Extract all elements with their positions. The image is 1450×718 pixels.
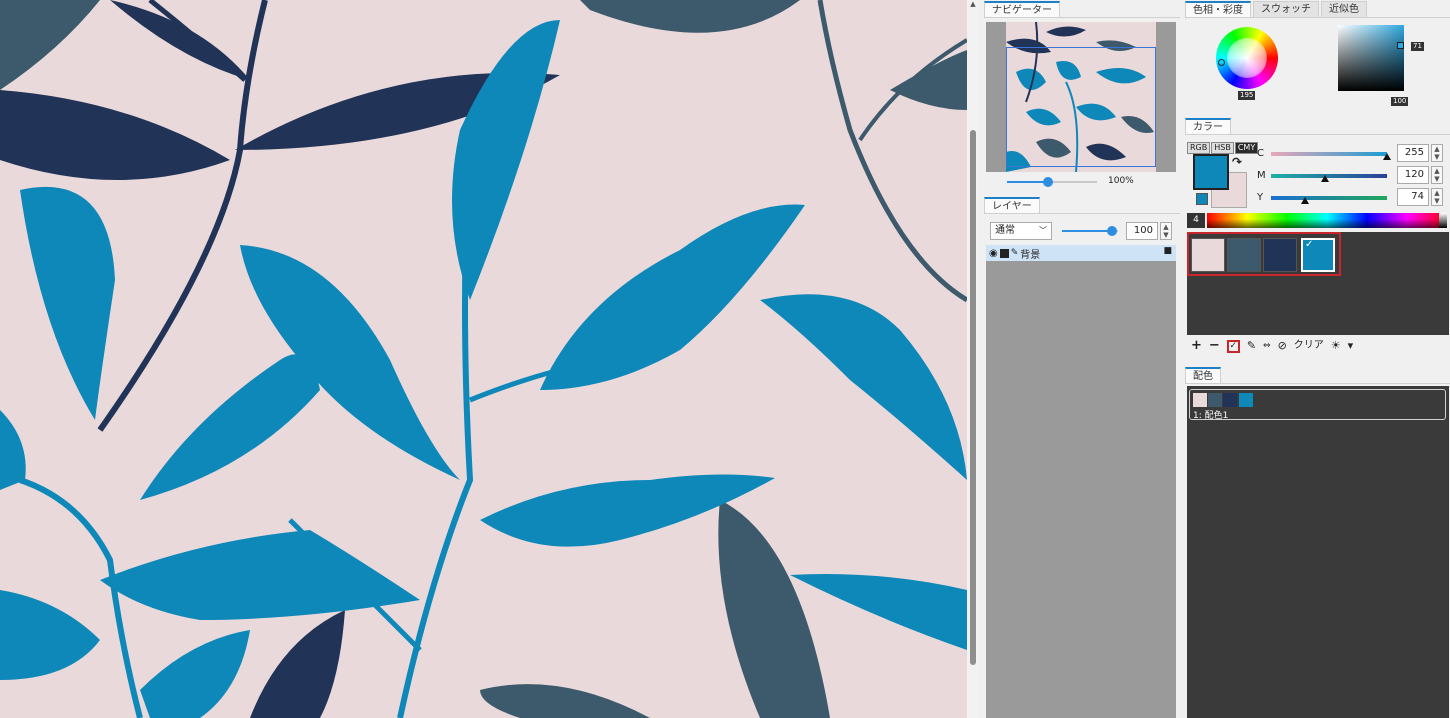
scheme-swatch-1 [1208, 393, 1222, 407]
saturation-value-square[interactable] [1338, 25, 1404, 91]
layer-panel: レイヤー 通常 ﹀ 100 ▲ ▼ ◉ ✎ 背景 ■ [984, 196, 1180, 718]
tab-similar-colors[interactable]: 近似色 [1321, 1, 1367, 17]
tab-color-scheme[interactable]: 配色 [1185, 367, 1221, 383]
c-value-input[interactable]: 255 [1397, 144, 1429, 162]
scheme-swatch-2 [1223, 393, 1237, 407]
slider-m-label: M [1257, 170, 1266, 181]
app-window: ▲ ナビゲーター 100% レイヤー 通常 ﹀ 100 ▲ ▼ ◉ ✎ 背景 ■… [0, 0, 1450, 718]
navigator-zoom-row: 100% [1002, 176, 1162, 188]
leaf-pattern-artwork [0, 0, 967, 718]
zoom-slider-fill [1007, 181, 1048, 183]
color-spectrum-bar[interactable] [1207, 213, 1447, 228]
foreground-color-chip[interactable] [1193, 154, 1229, 190]
lock-icon[interactable]: ■ [1163, 246, 1172, 256]
tab-color[interactable]: カラー [1185, 118, 1231, 134]
color-tabbar: カラー [1185, 117, 1450, 135]
add-swatch-button[interactable]: + [1191, 339, 1202, 352]
hue-value-label: 195 [1238, 91, 1256, 100]
opacity-slider-knob[interactable] [1107, 226, 1117, 236]
color-mode-tabs: RGB HSB CMY [1187, 142, 1259, 154]
tab-swatch[interactable]: スウォッチ [1253, 1, 1319, 17]
scroll-up-icon[interactable]: ▲ [970, 0, 976, 8]
blend-mode-select[interactable]: 通常 ﹀ [990, 222, 1052, 240]
alpha-lock-icon[interactable] [999, 248, 1009, 258]
swatch-toolbar: + − ✓ ✎ ⇔ ⊘ クリア ☀ ▾ [1191, 339, 1353, 353]
canvas-vertical-scrollbar[interactable]: ▲ [967, 0, 979, 718]
slider-y-label: Y [1257, 192, 1264, 203]
y-value-stepper[interactable]: ▲ ▼ [1431, 188, 1443, 206]
drawing-canvas[interactable] [0, 0, 967, 718]
tab-layer[interactable]: レイヤー [984, 197, 1040, 213]
brightness-value-label: 100 [1391, 97, 1409, 106]
opacity-stepper[interactable]: ▲ ▼ [1160, 222, 1172, 240]
color-scheme-tabbar: 配色 [1185, 362, 1450, 384]
layer-row-background[interactable]: ◉ ✎ 背景 ■ [986, 245, 1176, 261]
tab-hue-saturation[interactable]: 色相・彩度 [1185, 1, 1251, 17]
color-scheme-list: 1: 配色1 [1187, 386, 1449, 718]
slider-y-handle[interactable] [1301, 197, 1309, 204]
small-color-chip[interactable] [1196, 193, 1208, 205]
slider-m-handle[interactable] [1321, 175, 1329, 182]
mode-rgb[interactable]: RGB [1187, 142, 1211, 154]
scheme-swatch-0 [1193, 393, 1207, 407]
saturation-value-label: 71 [1411, 42, 1424, 51]
eye-icon[interactable]: ◉ [989, 248, 998, 259]
mode-cmy[interactable]: CMY [1234, 142, 1259, 154]
spectrum-index-label: 4 [1187, 213, 1205, 228]
navigator-tabbar: ナビゲーター [984, 0, 1180, 18]
chevron-down-icon: ﹀ [1039, 226, 1047, 235]
edit-swatch-button[interactable]: ✎ [1247, 340, 1256, 352]
color-picker-tabbar: 色相・彩度 スウォッチ 近似色 [1185, 0, 1450, 18]
swatch-grid: ✓ [1187, 232, 1449, 335]
navigator-view-rectangle[interactable] [1006, 47, 1156, 167]
slider-m-gradient[interactable] [1271, 174, 1387, 178]
m-value-input[interactable]: 120 [1397, 166, 1429, 184]
hue-marker[interactable] [1218, 59, 1225, 66]
layer-list: ◉ ✎ 背景 ■ [986, 245, 1176, 718]
check-swatch-button[interactable]: ✓ [1226, 339, 1240, 353]
clear-swatches-button[interactable]: クリア [1294, 340, 1324, 352]
zoom-value: 100% [1108, 176, 1134, 186]
color-scheme-item[interactable]: 1: 配色1 [1189, 389, 1446, 421]
tab-navigator[interactable]: ナビゲーター [984, 1, 1060, 17]
pen-icon[interactable]: ✎ [1011, 248, 1019, 258]
swatch-menu-button[interactable]: ▾ [1348, 340, 1354, 352]
navigator-panel: ナビゲーター 100% [984, 0, 1180, 194]
navigator-thumbnail [1006, 22, 1156, 172]
color-column: 色相・彩度 スウォッチ 近似色 195 71 100 カラー RGB HSB C… [1185, 0, 1450, 718]
no-color-button[interactable]: ⊘ [1278, 340, 1287, 352]
brightness-button[interactable]: ☀ [1331, 340, 1341, 352]
hue-wheel[interactable] [1216, 27, 1278, 89]
blend-mode-value: 通常 [995, 225, 1015, 236]
y-value-input[interactable]: 74 [1397, 188, 1429, 206]
slider-c-gradient[interactable] [1271, 152, 1387, 156]
opacity-input[interactable]: 100 [1126, 222, 1158, 240]
navigator-preview-area[interactable] [986, 22, 1176, 172]
mode-hsb[interactable]: HSB [1211, 142, 1234, 154]
swatch-highlight-frame [1187, 232, 1341, 276]
slider-c-handle[interactable] [1383, 153, 1391, 160]
c-value-stepper[interactable]: ▲ ▼ [1431, 144, 1443, 162]
slider-c-label: C [1257, 148, 1264, 159]
layer-name: 背景 [1020, 249, 1041, 261]
swap-swatch-button[interactable]: ⇔ [1263, 340, 1271, 352]
opacity-slider-fill [1062, 230, 1112, 232]
remove-swatch-button[interactable]: − [1209, 339, 1220, 352]
zoom-slider-knob[interactable] [1043, 177, 1053, 187]
scrollbar-thumb[interactable] [970, 130, 976, 665]
m-value-stepper[interactable]: ▲ ▼ [1431, 166, 1443, 184]
spectrum-white-end [1439, 213, 1447, 228]
color-scheme-label: 1: 配色1 [1193, 411, 1229, 421]
sv-marker[interactable] [1397, 42, 1404, 49]
layer-tabbar: レイヤー [984, 196, 1180, 214]
opacity-slider[interactable] [1062, 222, 1120, 240]
scheme-swatch-3 [1239, 393, 1253, 407]
slider-y-gradient[interactable] [1271, 196, 1387, 200]
swap-colors-icon[interactable]: ↷ [1232, 155, 1242, 169]
hue-wheel-center [1227, 38, 1267, 78]
